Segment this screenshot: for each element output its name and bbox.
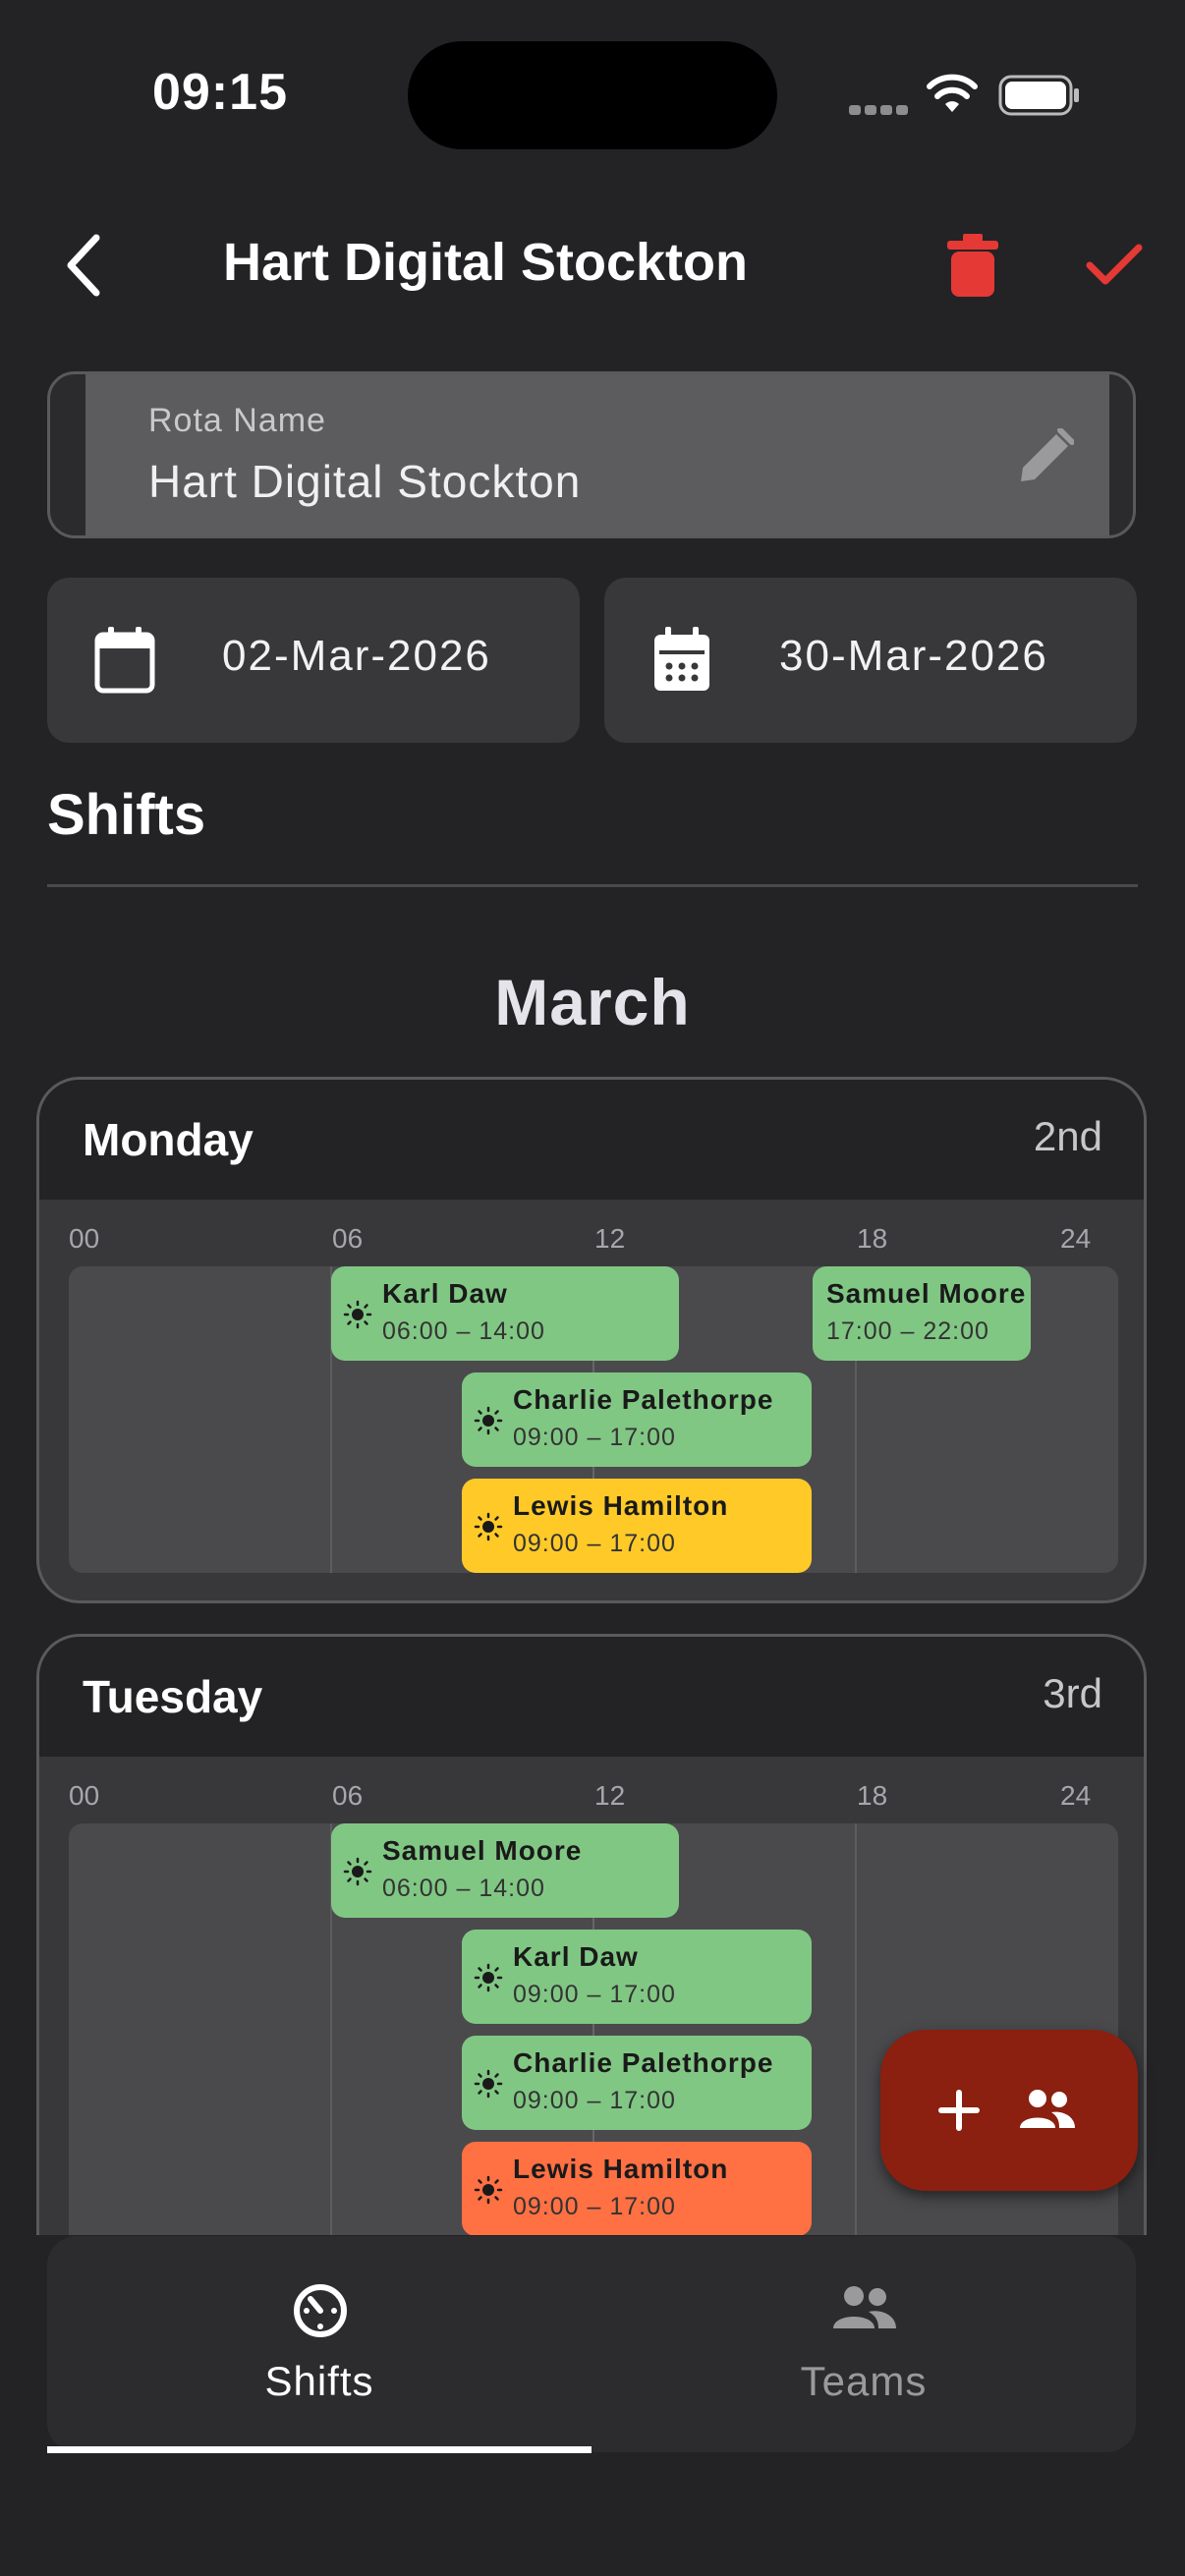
sun-icon [343,1300,372,1329]
sun-icon [474,1406,503,1435]
rota-name-label: Rota Name [148,402,326,439]
hour-label: 00 [69,1780,100,1811]
dynamic-island [408,41,777,149]
timer-icon [294,2284,347,2337]
shift-name: Samuel Moore [382,1835,583,1866]
shift-time: 09:00 – 17:00 [513,2087,676,2114]
hour-label: 12 [594,1223,626,1254]
shift-time: 17:00 – 22:00 [826,1317,989,1345]
sun-icon [343,1857,372,1886]
shift-block[interactable]: Karl Daw 09:00 – 17:00 [462,1930,812,2024]
sun-icon [474,1963,503,1992]
rota-name-value[interactable]: Hart Digital Stockton [148,455,581,508]
sun-icon [474,2175,503,2205]
shift-block[interactable]: Charlie Palethorpe 09:00 – 17:00 [462,1372,812,1467]
shift-block[interactable]: Karl Daw 06:00 – 14:00 [331,1266,679,1361]
hour-label: 00 [69,1223,100,1254]
tab-shifts[interactable]: Shifts [47,2236,592,2452]
delete-button[interactable] [947,234,998,297]
hour-label: 12 [594,1780,626,1811]
tab-label: Teams [800,2358,928,2404]
hour-label: 18 [857,1780,888,1811]
hour-label: 18 [857,1223,888,1254]
section-title: Shifts [47,783,206,847]
status-time: 09:15 [152,64,288,121]
shift-name: Lewis Hamilton [513,2154,729,2184]
rota-name-field[interactable]: Rota Name Hart Digital Stockton [47,371,1136,538]
active-tab-indicator [47,2446,592,2453]
calendar-dots-icon [654,627,709,691]
calendar-icon [94,627,155,694]
shift-block[interactable]: Lewis Hamilton 09:00 – 17:00 [462,1479,812,1573]
shift-time: 09:00 – 17:00 [513,1981,676,2008]
tab-label: Shifts [264,2358,374,2404]
day-date: 2nd [1033,1113,1102,1159]
hour-label: 06 [332,1223,364,1254]
shift-name: Karl Daw [382,1278,508,1309]
timeline-track: Karl Daw 06:00 – 14:00 Samuel Moore 17:0… [69,1266,1118,1573]
people-icon [833,2286,896,2328]
sun-icon [474,2069,503,2099]
day-card-monday: Monday 2nd 00 06 12 18 24 Karl Daw 06:00… [36,1077,1147,1603]
divider [47,884,1138,887]
shift-name: Lewis Hamilton [513,1490,729,1521]
page-title: Hart Digital Stockton [222,233,749,292]
shift-block[interactable]: Samuel Moore 06:00 – 14:00 [331,1823,679,1918]
day-name: Tuesday [83,1671,263,1722]
shift-name: Charlie Palethorpe [513,2047,774,2078]
shift-time: 06:00 – 14:00 [382,1875,545,1902]
battery-icon [998,75,1079,116]
sun-icon [474,1512,503,1541]
hour-label: 24 [1060,1780,1092,1811]
shift-time: 09:00 – 17:00 [513,1424,676,1451]
pencil-icon[interactable] [1017,428,1074,485]
shift-time: 09:00 – 17:00 [513,1530,676,1557]
confirm-button[interactable] [1085,240,1144,289]
start-date-button[interactable]: 02-Mar-2026 [47,578,580,743]
end-date-button[interactable]: 30-Mar-2026 [604,578,1137,743]
end-date-text: 30-Mar-2026 [779,632,1048,680]
month-title: March [494,966,691,1038]
shift-block[interactable]: Charlie Palethorpe 09:00 – 17:00 [462,2036,812,2130]
shift-time: 09:00 – 17:00 [513,2193,676,2220]
day-date: 3rd [1043,1670,1102,1716]
shift-name: Samuel Moore [826,1278,1027,1309]
add-staff-fab[interactable] [880,2030,1138,2191]
bottom-nav: Shifts Teams [47,2236,1136,2452]
shift-block[interactable]: Samuel Moore 17:00 – 22:00 [813,1266,1031,1361]
shift-time: 06:00 – 14:00 [382,1317,545,1345]
start-date-text: 02-Mar-2026 [222,632,491,680]
plus-icon [938,2090,980,2131]
day-name: Monday [83,1114,254,1165]
shift-name: Charlie Palethorpe [513,1384,774,1415]
people-icon [1020,2090,1075,2128]
hour-label: 24 [1060,1223,1092,1254]
tab-teams[interactable]: Teams [592,2236,1136,2452]
hour-label: 06 [332,1780,364,1811]
shift-name: Karl Daw [513,1941,639,1972]
wifi-icon [927,74,978,112]
signal-icon [849,102,912,120]
shift-block[interactable]: Lewis Hamilton 09:00 – 17:00 [462,2142,812,2235]
